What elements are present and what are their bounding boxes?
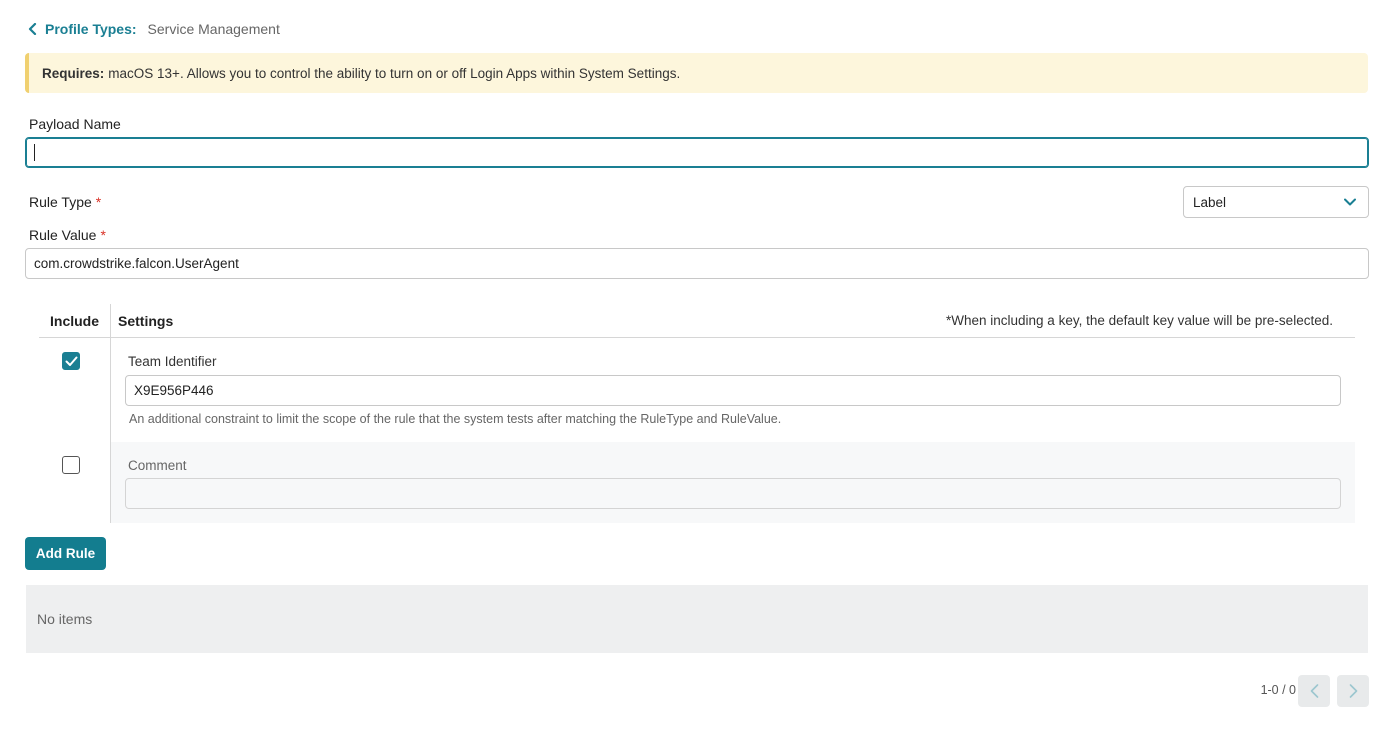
back-link[interactable]: Profile Types:	[28, 21, 137, 37]
team-identifier-input[interactable]	[125, 375, 1341, 406]
breadcrumb-current: Service Management	[147, 21, 280, 37]
team-identifier-help: An additional constraint to limit the sc…	[129, 412, 782, 426]
comment-label: Comment	[128, 458, 187, 473]
column-header-include: Include	[50, 313, 100, 329]
rule-type-select[interactable]: Label	[1183, 186, 1369, 218]
payload-name-input[interactable]	[25, 137, 1369, 168]
back-link-label: Profile Types:	[45, 21, 137, 37]
requirements-banner: Requires: macOS 13+. Allows you to contr…	[25, 53, 1368, 93]
add-rule-button[interactable]: Add Rule	[25, 537, 106, 570]
include-checkbox-team-identifier[interactable]	[62, 352, 80, 370]
banner-text: macOS 13+. Allows you to control the abi…	[108, 65, 681, 81]
rule-value-label: Rule Value	[29, 227, 97, 243]
text-caret	[34, 144, 35, 161]
team-identifier-label: Team Identifier	[128, 354, 217, 369]
header-divider	[39, 337, 1355, 338]
column-header-settings: Settings	[118, 313, 174, 329]
chevron-down-icon	[1344, 198, 1356, 206]
rule-value-input[interactable]	[25, 248, 1369, 279]
rule-type-value: Label	[1193, 194, 1227, 210]
comment-input[interactable]	[125, 478, 1341, 509]
chevron-right-icon	[1349, 684, 1357, 698]
pagination-range: 1-0 / 0	[1260, 683, 1296, 697]
rules-list-empty: No items	[26, 585, 1368, 653]
required-asterisk: *	[95, 194, 102, 210]
required-asterisk: *	[100, 227, 106, 243]
pagination-next-button[interactable]	[1337, 675, 1369, 707]
chevron-left-icon	[1310, 684, 1318, 698]
checkmark-icon	[65, 356, 77, 366]
banner-bold: Requires:	[42, 65, 105, 81]
rule-value-label-wrap: Rule Value *	[29, 227, 106, 243]
chevron-left-icon	[28, 23, 37, 35]
payload-name-label: Payload Name	[29, 116, 121, 132]
table-note: *When including a key, the default key v…	[946, 313, 1333, 328]
rule-type-label-wrap: Rule Type *	[29, 194, 101, 210]
empty-text: No items	[37, 611, 93, 627]
rule-type-label: Rule Type	[29, 194, 92, 210]
pagination-prev-button[interactable]	[1298, 675, 1330, 707]
breadcrumb: Profile Types: Service Management	[28, 19, 280, 39]
include-checkbox-comment[interactable]	[62, 456, 80, 474]
